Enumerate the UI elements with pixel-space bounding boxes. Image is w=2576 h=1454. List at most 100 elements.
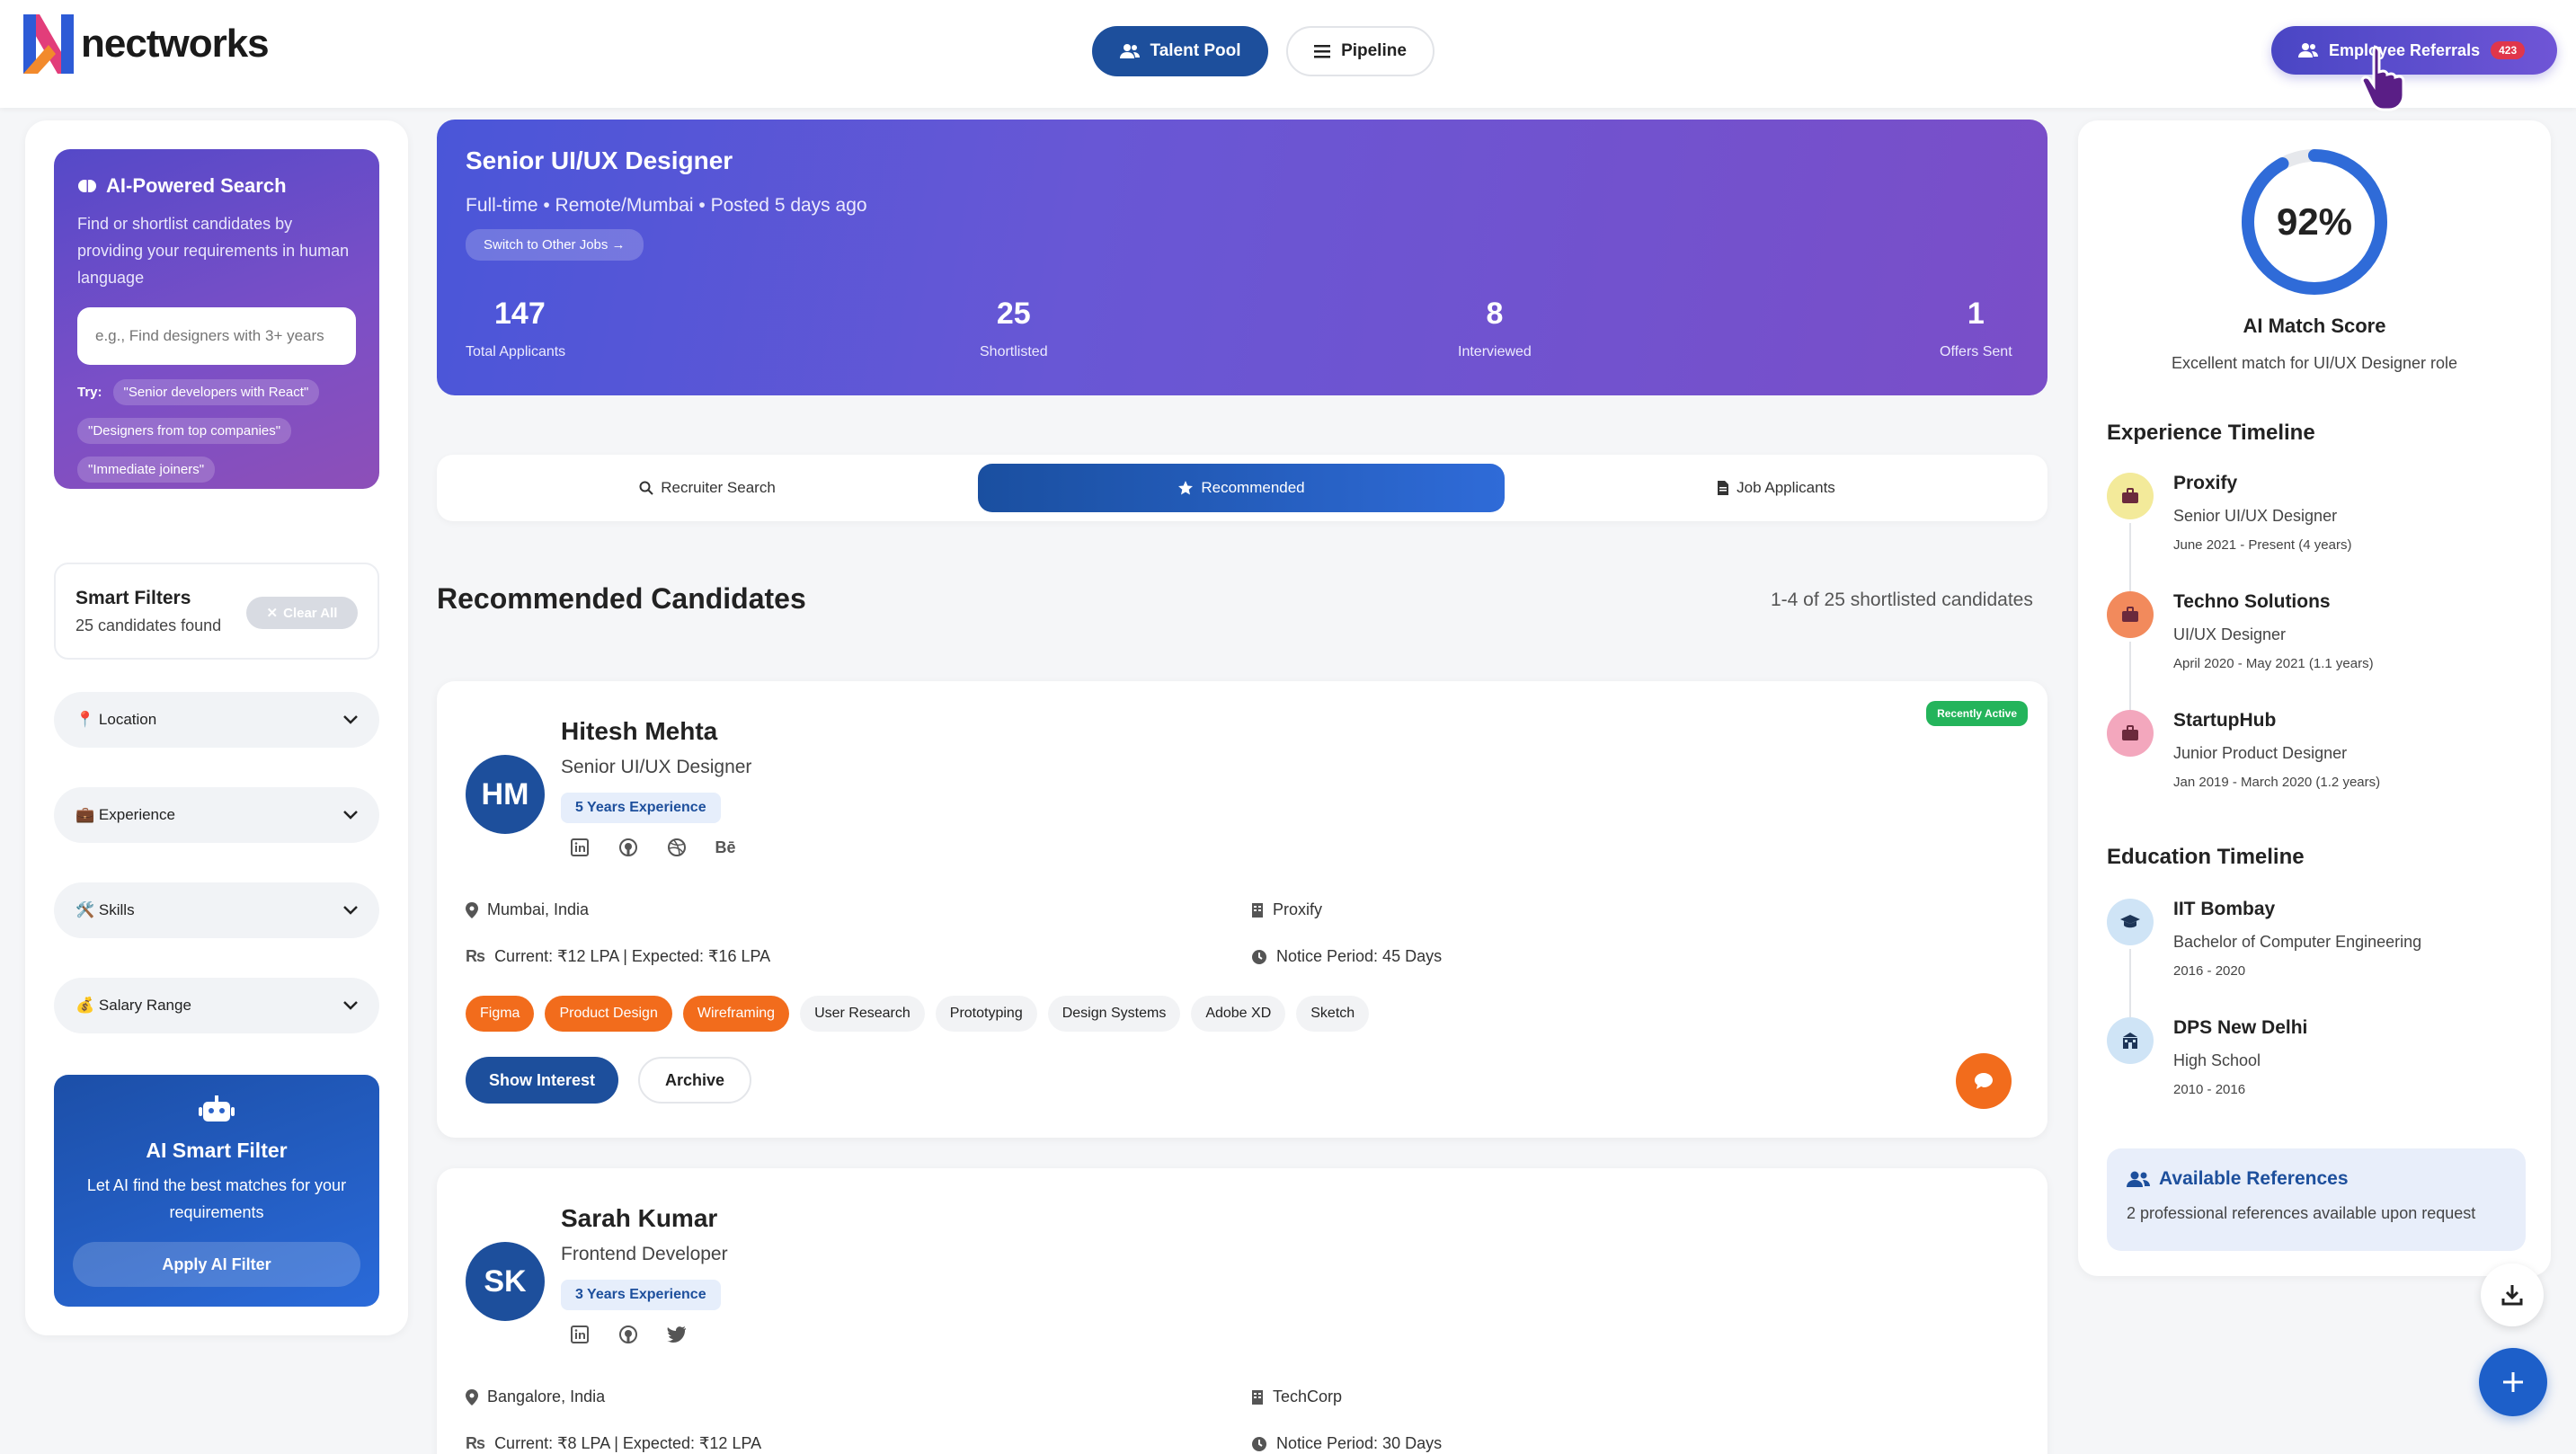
twitter-icon[interactable] (665, 1323, 688, 1346)
timeline-line (2129, 523, 2131, 591)
filter-salary-range[interactable]: 💰 Salary Range (54, 978, 379, 1033)
stat-shortlisted: 25 Shortlisted (980, 297, 1048, 360)
clock-icon (1252, 1436, 1266, 1451)
experience-role: Senior UI/UX Designer (2173, 507, 2338, 525)
tab-label: Recruiter Search (661, 479, 776, 496)
job-banner: Senior UI/UX Designer Full-time • Remote… (437, 120, 2047, 395)
location-info: Bangalore, India (466, 1388, 605, 1406)
stat-offers-sent: 1 Offers Sent (1940, 297, 2012, 360)
briefcase-icon: 💼 (76, 806, 95, 823)
filter-label: Skills (98, 901, 135, 918)
available-references[interactable]: Available References 2 professional refe… (2107, 1148, 2526, 1251)
dribbble-icon[interactable] (665, 836, 688, 859)
references-title-text: Available References (2159, 1168, 2349, 1189)
chevron-down-icon (343, 1001, 358, 1010)
tab-recruiter-search[interactable]: Recruiter Search (446, 464, 969, 512)
linkedin-icon[interactable] (568, 1323, 591, 1346)
chat-button[interactable] (1956, 1053, 2012, 1109)
candidate-name[interactable]: Sarah Kumar (561, 1204, 717, 1233)
skill-tag: Adobe XD (1191, 996, 1286, 1032)
skill-tag: User Research (800, 996, 925, 1032)
users-icon (2298, 43, 2318, 58)
candidate-tabs: Recruiter Search Recommended Job Applica… (437, 455, 2047, 521)
company-text: Proxify (1273, 900, 1323, 918)
experience-badge: 3 Years Experience (561, 1280, 721, 1310)
github-icon[interactable] (617, 836, 640, 859)
location-text: Bangalore, India (487, 1388, 606, 1405)
stat-value: 147 (494, 297, 546, 331)
candidate-role: Senior UI/UX Designer (561, 757, 752, 777)
results-title: Recommended Candidates (437, 582, 806, 615)
tab-talent-pool[interactable]: Talent Pool (1092, 26, 1268, 76)
github-icon[interactable] (617, 1323, 640, 1346)
experience-role: UI/UX Designer (2173, 625, 2287, 643)
suggestion-chip[interactable]: "Senior developers with React" (112, 379, 320, 405)
robot-icon (199, 1095, 235, 1122)
stat-label: Interviewed (1458, 344, 1532, 359)
salary-info: ₨ Current: ₹8 LPA | Expected: ₹12 LPA (466, 1434, 761, 1453)
company-info: Proxify (1251, 900, 1322, 919)
salary-text: Current: ₹8 LPA | Expected: ₹12 LPA (494, 1434, 762, 1452)
ai-search-title: AI-Powered Search (77, 174, 356, 198)
experience-badge: 5 Years Experience (561, 793, 721, 823)
ai-smart-filter-title: AI Smart Filter (146, 1139, 288, 1162)
rupee-icon: ₨ (466, 1434, 486, 1452)
download-button[interactable] (2481, 1263, 2544, 1326)
candidate-card[interactable]: Recently Active HM Hitesh Mehta Senior U… (437, 681, 2047, 1138)
try-label: Try: (77, 385, 102, 400)
stat-label: Offers Sent (1940, 344, 2012, 359)
avatar: SK (466, 1242, 545, 1321)
tab-recommended[interactable]: Recommended (978, 464, 1505, 512)
briefcase-icon (2107, 473, 2154, 519)
stat-label: Shortlisted (980, 344, 1048, 359)
stat-value: 1 (1967, 297, 1985, 331)
archive-button[interactable]: Archive (638, 1057, 752, 1104)
candidate-card[interactable]: SK Sarah Kumar Frontend Developer 3 Year… (437, 1168, 2047, 1454)
filter-experience[interactable]: 💼 Experience (54, 787, 379, 843)
suggestion-chip[interactable]: "Immediate joiners" (77, 457, 216, 483)
behance-icon[interactable]: Bē (714, 836, 737, 859)
employee-referrals-button[interactable]: Employee Referrals 423 (2271, 26, 2557, 75)
tab-label: Recommended (1201, 479, 1305, 496)
experience-company: Techno Solutions (2173, 591, 2331, 612)
money-bag-icon: 💰 (76, 997, 95, 1014)
document-icon (1718, 481, 1729, 495)
clear-all-button[interactable]: ✕ Clear All (246, 597, 358, 629)
skill-tag: Wireframing (682, 996, 790, 1032)
education-dates: 2016 - 2020 (2173, 963, 2246, 979)
social-links: Bē (568, 836, 737, 859)
top-bar: nectworks Talent Pool Pipeline Employee … (0, 0, 2576, 111)
education-degree: High School (2173, 1051, 2261, 1069)
show-interest-button[interactable]: Show Interest (466, 1057, 619, 1104)
experience-dates: Jan 2019 - March 2020 (1.2 years) (2173, 775, 2381, 790)
suggestion-chip[interactable]: "Designers from top companies" (77, 418, 292, 444)
switch-jobs-button[interactable]: Switch to Other Jobs → (466, 229, 644, 261)
timeline-line (2129, 949, 2131, 1017)
filter-location[interactable]: 📍 Location (54, 692, 379, 748)
references-title: Available References (2127, 1168, 2506, 1190)
add-button[interactable] (2479, 1348, 2547, 1416)
ai-search-input[interactable] (77, 307, 356, 365)
logo[interactable]: nectworks (23, 14, 270, 74)
experience-role: Junior Product Designer (2173, 744, 2348, 762)
location-text: Mumbai, India (487, 900, 590, 918)
skill-tag: Prototyping (935, 996, 1037, 1032)
stat-interviewed: 8 Interviewed (1458, 297, 1532, 360)
chat-icon (1975, 1073, 1993, 1089)
job-title: Senior UI/UX Designer (466, 146, 733, 174)
tab-pipeline[interactable]: Pipeline (1286, 26, 1435, 76)
experience-company: Proxify (2173, 473, 2238, 493)
skill-tag: Product Design (545, 996, 672, 1032)
experience-timeline-title: Experience Timeline (2107, 421, 2315, 445)
filter-skills[interactable]: 🛠️ Skills (54, 882, 379, 938)
education-school: DPS New Delhi (2173, 1017, 2308, 1038)
apply-ai-filter-button[interactable]: Apply AI Filter (73, 1242, 360, 1287)
clear-all-label: Clear All (283, 605, 338, 621)
linkedin-icon[interactable] (568, 836, 591, 859)
tab-job-applicants[interactable]: Job Applicants (1514, 464, 2039, 512)
references-subtitle: 2 professional references available upon… (2127, 1204, 2476, 1222)
filter-label: Location (98, 711, 157, 728)
skill-tag: Sketch (1296, 996, 1370, 1032)
candidate-name[interactable]: Hitesh Mehta (561, 717, 717, 746)
stat-label: Total Applicants (466, 344, 566, 359)
